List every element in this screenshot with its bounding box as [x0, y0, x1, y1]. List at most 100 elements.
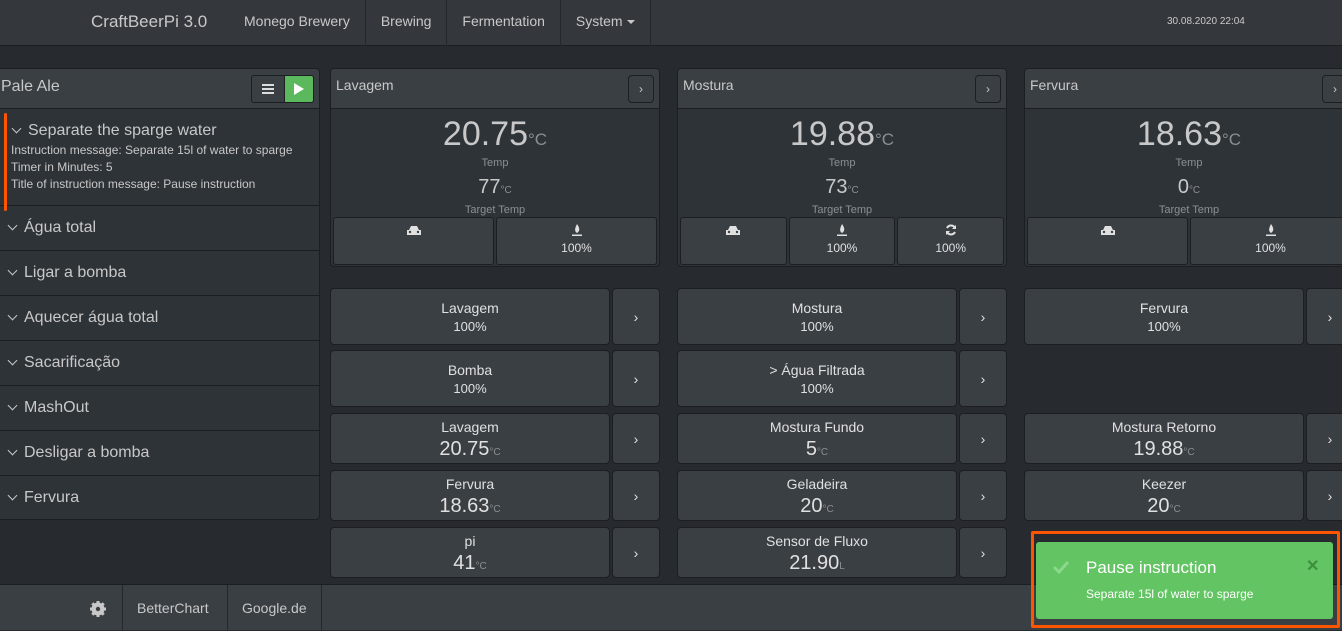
actor-name: Bomba [447, 362, 493, 378]
actor-button-more-button[interactable]: › [612, 350, 660, 407]
actor-button[interactable]: Lavagem 100% [330, 288, 610, 345]
chevron-down-icon [7, 265, 18, 276]
sensor-tile-more-button[interactable]: › [959, 413, 1007, 464]
actor-name: Fervura [1139, 300, 1189, 316]
refresh-icon [945, 224, 957, 239]
kettle-car-button[interactable] [680, 217, 787, 265]
actor-button[interactable]: > Água Filtrada 100% [677, 350, 957, 407]
kettle-target-temp[interactable]: 0 [1178, 176, 1189, 198]
sensor-tile[interactable]: pi 41°C [330, 527, 610, 578]
sensor-tile[interactable]: Mostura Fundo 5°C [677, 413, 957, 464]
settings-button[interactable] [76, 585, 120, 631]
actor-button[interactable]: Fervura 100% [1024, 288, 1304, 345]
sensor-name: Keezer [1141, 476, 1187, 492]
step-item[interactable]: Desligar a bomba [0, 431, 319, 476]
nav-brewing[interactable]: Brewing [366, 0, 448, 46]
step-item[interactable]: Aquecer água total [0, 296, 319, 341]
step-list-button[interactable] [251, 75, 285, 103]
actor-button-more-button[interactable]: › [959, 350, 1007, 407]
sensor-tile-more-button[interactable]: › [612, 527, 660, 578]
sensor-tile[interactable]: Mostura Retorno 19.88°C [1024, 413, 1304, 464]
fire-icon [1265, 224, 1276, 239]
fire-icon [837, 224, 847, 239]
datetime: 30.08.2020 22:04 [1167, 16, 1245, 27]
check-icon [1052, 560, 1070, 574]
sensor-unit: °C [822, 504, 834, 515]
kettle-car-button[interactable] [333, 217, 494, 265]
actor-button[interactable]: Bomba 100% [330, 350, 610, 407]
sensor-unit: L [839, 561, 845, 572]
sensor-tile[interactable]: Lavagem 20.75°C [330, 413, 610, 464]
kettle-button-value: 100% [826, 241, 858, 255]
kettle-temp: 19.88 [789, 115, 875, 153]
active-step[interactable]: Separate the sparge water Instruction me… [0, 109, 319, 211]
nav-fermentation[interactable]: Fermentation [447, 0, 561, 46]
kettle-fire-button[interactable]: 100% [496, 217, 657, 265]
temp-label: Temp [1175, 157, 1203, 169]
step-item[interactable]: MashOut [0, 386, 319, 431]
sensor-value: 20 [1147, 495, 1170, 517]
kettle-panel: Lavagem › 20.75°C Temp 77°C Target Temp … [330, 68, 660, 267]
step-item[interactable]: Água total [0, 206, 319, 251]
kettle-panel: Mostura › 19.88°C Temp 73°C Target Temp … [677, 68, 1007, 267]
sensor-unit: °C [816, 447, 829, 458]
target-temp-label: Target Temp [464, 204, 526, 216]
sensor-tile[interactable]: Sensor de Fluxo 21.90L [677, 527, 957, 578]
actor-button-more-button[interactable]: › [612, 288, 660, 345]
kettle-target-temp[interactable]: 77 [478, 176, 500, 198]
sensor-tile-more-button[interactable]: › [1306, 470, 1342, 521]
target-unit: °C [847, 185, 859, 196]
step-detail: Title of instruction message: Pause inst… [11, 177, 256, 191]
target-temp-label: Target Temp [811, 204, 873, 216]
sensor-tile-more-button[interactable]: › [959, 527, 1007, 578]
sensor-name: Mostura Fundo [769, 419, 865, 435]
sensor-value: 20 [800, 495, 823, 517]
kettle-fire-button[interactable]: 100% [788, 217, 896, 265]
brand[interactable]: CraftBeerPi 3.0 [91, 12, 207, 32]
sensor-name: pi [464, 533, 476, 549]
kettle-refresh-button[interactable]: 100% [897, 217, 1005, 265]
step-name: Fervura [24, 489, 80, 506]
sensor-tile-more-button[interactable]: › [612, 413, 660, 464]
start-button[interactable] [284, 75, 314, 103]
nav-system[interactable]: System [561, 0, 651, 46]
actor-power: 100% [1147, 319, 1181, 334]
sensor-tile-more-button[interactable]: › [1306, 413, 1342, 464]
close-icon[interactable]: ✕ [1306, 556, 1319, 576]
step-item[interactable]: Ligar a bomba [0, 251, 319, 296]
step-name: Aquecer água total [24, 309, 159, 326]
kettle-car-button[interactable] [1027, 217, 1188, 265]
chevron-right-icon: › [1333, 82, 1337, 96]
kettle-more-button[interactable]: › [975, 75, 1001, 103]
kettle-fire-button[interactable]: 100% [1190, 217, 1342, 265]
kettle-target-temp[interactable]: 73 [825, 176, 847, 198]
actor-power: 100% [800, 319, 834, 334]
actor-button-more-button[interactable]: › [1306, 288, 1342, 345]
kettle-more-button[interactable]: › [628, 75, 654, 103]
sensor-tile-more-button[interactable]: › [959, 470, 1007, 521]
footer-link-google[interactable]: Google.de [227, 585, 322, 631]
sensor-tile[interactable]: Geladeira 20°C [677, 470, 957, 521]
chevron-down-icon [11, 123, 22, 134]
sensor-tile[interactable]: Fervura 18.63°C [330, 470, 610, 521]
car-icon [1100, 225, 1115, 239]
nav-monego-brewery[interactable]: Monego Brewery [229, 0, 366, 46]
footer-link-betterchart[interactable]: BetterChart [122, 585, 223, 631]
sensor-unit: °C [1183, 447, 1195, 458]
kettle-more-button[interactable]: › [1322, 75, 1342, 103]
actor-button[interactable]: Mostura 100% [677, 288, 957, 345]
step-name: Desligar a bomba [24, 444, 150, 461]
actor-name: Lavagem [441, 300, 499, 316]
chevron-right-icon: › [639, 82, 643, 96]
step-item[interactable]: Fervura [0, 476, 319, 519]
actor-power: 100% [453, 381, 487, 396]
actor-button-more-button[interactable]: › [959, 288, 1007, 345]
sensor-tile[interactable]: Keezer 20°C [1024, 470, 1304, 521]
sensor-name: Mostura Retorno [1111, 419, 1217, 435]
chevron-right-icon: › [1327, 430, 1333, 447]
chevron-down-icon [7, 400, 18, 411]
chevron-right-icon: › [980, 544, 986, 561]
sensor-unit: °C [1169, 504, 1181, 515]
sensor-tile-more-button[interactable]: › [612, 470, 660, 521]
step-item[interactable]: Sacarificação [0, 341, 319, 386]
